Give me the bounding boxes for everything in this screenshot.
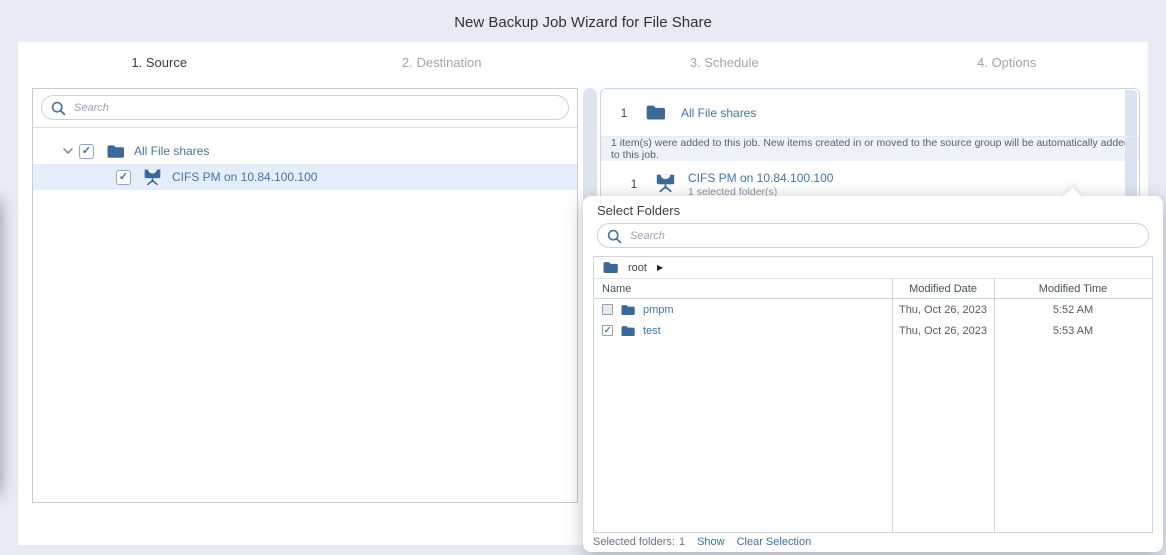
column-header-name[interactable]: Name	[594, 283, 892, 295]
clear-selection-link[interactable]: Clear Selection	[737, 536, 812, 548]
selected-item-row[interactable]: 1 CIFS PM on 10.84.100.100 1 selected fo…	[601, 161, 1139, 198]
info-bar: 1 item(s) were added to this job. New it…	[601, 137, 1139, 161]
tab-source[interactable]: 1. Source	[18, 42, 301, 82]
checkbox-all-file-shares[interactable]	[79, 144, 94, 159]
tab-schedule[interactable]: 3. Schedule	[583, 42, 866, 82]
tree-row-cifs-pm[interactable]: CIFS PM on 10.84.100.100	[33, 164, 577, 190]
popup-footer: Selected folders: 1 Show Clear Selection	[593, 534, 1153, 550]
folder-icon	[620, 325, 635, 337]
tree-row-all-file-shares[interactable]: All File shares	[33, 138, 577, 164]
item-count: 1	[627, 177, 641, 191]
table-header: Name Modified Date Modified Time	[594, 278, 1152, 299]
checkbox-test[interactable]	[602, 325, 613, 336]
group-label: All File shares	[681, 106, 756, 120]
folder-name: test	[643, 325, 661, 337]
popup-search-row	[597, 223, 1149, 248]
group-count: 1	[617, 106, 631, 120]
modified-time: 5:53 AM	[994, 325, 1152, 337]
table-row-test[interactable]: test Thu, Oct 26, 2023 5:53 AM	[594, 320, 1152, 341]
tree-label: CIFS PM on 10.84.100.100	[172, 170, 317, 184]
item-title: CIFS PM on 10.84.100.100	[688, 171, 833, 185]
file-share-icon	[143, 168, 162, 186]
breadcrumb-arrow-icon[interactable]: ▶	[657, 263, 663, 272]
breadcrumb-label: root	[628, 262, 647, 274]
table-row-pmpm[interactable]: pmpm Thu, Oct 26, 2023 5:52 AM	[594, 299, 1152, 320]
source-search-input[interactable]	[74, 97, 560, 118]
popup-search-box	[597, 223, 1149, 248]
modified-time: 5:52 AM	[994, 304, 1152, 316]
folder-icon	[602, 261, 618, 274]
tab-destination[interactable]: 2. Destination	[301, 42, 584, 82]
page-title: New Backup Job Wizard for File Share	[0, 14, 1166, 31]
source-tree-panel: All File shares CIFS PM on 10.84.100.100	[32, 88, 578, 503]
folder-icon	[620, 304, 635, 316]
popup-title: Select Folders	[597, 203, 680, 218]
source-tree: All File shares CIFS PM on 10.84.100.100	[33, 128, 577, 190]
selected-group-row[interactable]: 1 All File shares	[601, 89, 1139, 137]
column-divider	[892, 278, 893, 532]
chevron-down-icon[interactable]	[61, 147, 75, 155]
checkbox-pmpm[interactable]	[602, 304, 613, 315]
breadcrumb[interactable]: root ▶	[594, 257, 1152, 278]
column-header-modified-date[interactable]: Modified Date	[892, 283, 994, 295]
popup-search-input[interactable]	[630, 225, 1140, 246]
file-share-icon	[655, 173, 676, 193]
show-link[interactable]: Show	[697, 536, 725, 548]
selected-folders-count: 1	[679, 536, 685, 548]
modified-date: Thu, Oct 26, 2023	[892, 325, 994, 337]
column-divider	[994, 278, 995, 532]
source-search-box	[41, 95, 569, 120]
folder-icon	[645, 104, 665, 121]
folder-icon	[106, 144, 124, 159]
checkbox-cifs-pm[interactable]	[116, 170, 131, 185]
tab-options[interactable]: 4. Options	[866, 42, 1149, 82]
column-header-modified-time[interactable]: Modified Time	[994, 283, 1152, 295]
folder-name: pmpm	[643, 304, 674, 316]
tree-label: All File shares	[134, 144, 209, 158]
modified-date: Thu, Oct 26, 2023	[892, 304, 994, 316]
search-icon	[607, 229, 622, 244]
item-text: CIFS PM on 10.84.100.100 1 selected fold…	[688, 171, 833, 198]
source-search-row	[33, 89, 577, 128]
search-icon	[51, 101, 66, 116]
info-text: 1 item(s) were added to this job. New it…	[611, 137, 1139, 161]
select-folders-popup: Select Folders root ▶ Name Modified Date	[583, 196, 1163, 552]
folder-table: root ▶ Name Modified Date Modified Time …	[593, 256, 1153, 533]
selected-folders-label: Selected folders:	[593, 536, 675, 548]
wizard-steps: 1. Source 2. Destination 3. Schedule 4. …	[18, 42, 1148, 82]
